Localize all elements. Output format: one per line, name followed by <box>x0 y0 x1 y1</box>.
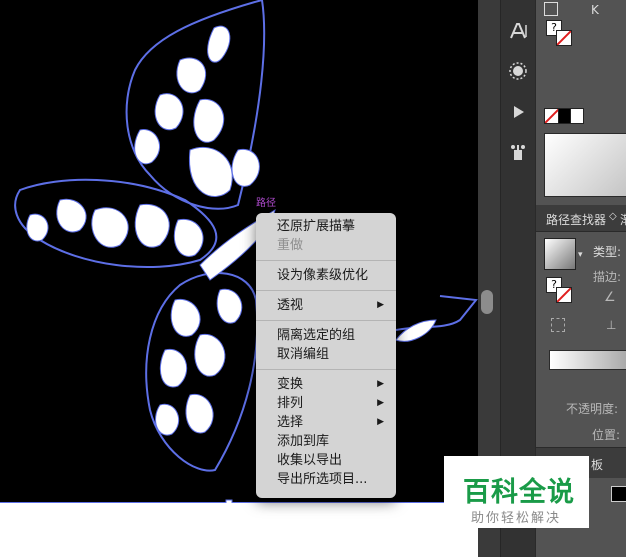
menu-separator <box>256 260 396 261</box>
layer-thumbnail[interactable] <box>611 486 626 502</box>
stroke-label: 描边: <box>593 270 622 284</box>
tab-gradient[interactable]: 渐 <box>620 211 626 228</box>
play-icon[interactable] <box>505 99 531 125</box>
menu-item-pixel-perfect[interactable]: 设为像素级优化 <box>256 266 396 285</box>
key-letter: K <box>591 3 599 17</box>
angle-icon[interactable]: ∠ <box>604 290 616 305</box>
gradient-type-swatch[interactable] <box>544 238 576 270</box>
reverse-gradient-icon[interactable] <box>551 318 565 332</box>
menu-item-undo-expand-trace[interactable]: 还原扩展描摹 <box>256 217 396 236</box>
butterfly-artwork[interactable]: 路径 <box>0 0 478 557</box>
anchor-label: 路径 <box>256 196 276 209</box>
menu-item-collect-for-export[interactable]: 收集以导出 <box>256 451 396 470</box>
white-swatch[interactable] <box>570 108 584 124</box>
scrollbar-thumb[interactable] <box>481 290 493 314</box>
opacity-label: 不透明度: <box>566 402 619 416</box>
gradient-preview[interactable] <box>544 133 626 197</box>
puppet-warp-icon[interactable] <box>505 139 531 165</box>
type-label: 类型: <box>593 245 622 259</box>
menu-item-transform[interactable]: 变换 ▶ <box>256 375 396 394</box>
layers-icon[interactable] <box>544 2 558 16</box>
watermark-subtitle: 助你轻松解决 <box>471 511 562 526</box>
artwork-canvas[interactable]: 路径 <box>0 0 478 557</box>
context-menu: 还原扩展描摹 重做 设为像素级优化 透视 ▶ 隔离选定的组 取消编组 变换 ▶ 排列… <box>256 213 396 498</box>
star-burst-icon[interactable] <box>505 58 531 84</box>
submenu-arrow-icon: ▶ <box>377 398 384 408</box>
aspect-icon[interactable]: ⊥ <box>606 318 616 332</box>
menu-item-isolate-group[interactable]: 隔离选定的组 <box>256 326 396 345</box>
menu-separator <box>256 290 396 291</box>
chevron-down-icon[interactable]: ▾ <box>578 250 583 260</box>
watermark-title: 百科全说 <box>463 477 575 508</box>
stroke-none-swatch[interactable] <box>556 30 572 46</box>
tab-scroll-icon[interactable]: ◇ <box>609 211 617 222</box>
tab-artboards[interactable]: 板 <box>591 456 603 473</box>
type-tool-icon[interactable] <box>505 18 531 44</box>
menu-item-ungroup[interactable]: 取消编组 <box>256 345 396 364</box>
menu-item-redo: 重做 <box>277 238 304 253</box>
submenu-arrow-icon: ▶ <box>377 300 384 310</box>
submenu-arrow-icon: ▶ <box>377 379 384 389</box>
submenu-arrow-icon: ▶ <box>377 417 384 427</box>
gradient-stroke-swatch[interactable] <box>556 287 572 303</box>
panel-tabs: 路径查找器 ◇ 渐 <box>536 205 626 232</box>
menu-item-arrange[interactable]: 排列 ▶ <box>256 394 396 413</box>
menu-item-add-to-library[interactable]: 添加到库 <box>256 432 396 451</box>
watermark: 百科全说 助你轻松解决 <box>444 456 589 528</box>
menu-item-perspective[interactable]: 透视 ▶ <box>256 296 396 315</box>
menu-separator <box>256 320 396 321</box>
menu-item-export-selection[interactable]: 导出所选项目... <box>256 470 396 489</box>
menu-item-select[interactable]: 选择 ▶ <box>256 413 396 432</box>
gradient-slider-bar[interactable] <box>549 350 626 370</box>
menu-separator <box>256 369 396 370</box>
artboard-white-area <box>0 503 478 557</box>
tab-pathfinder[interactable]: 路径查找器 <box>546 211 606 228</box>
app-window: 路径 K ? 路径查找器 ◇ 渐 <box>0 0 626 557</box>
position-label: 位置: <box>592 428 621 442</box>
